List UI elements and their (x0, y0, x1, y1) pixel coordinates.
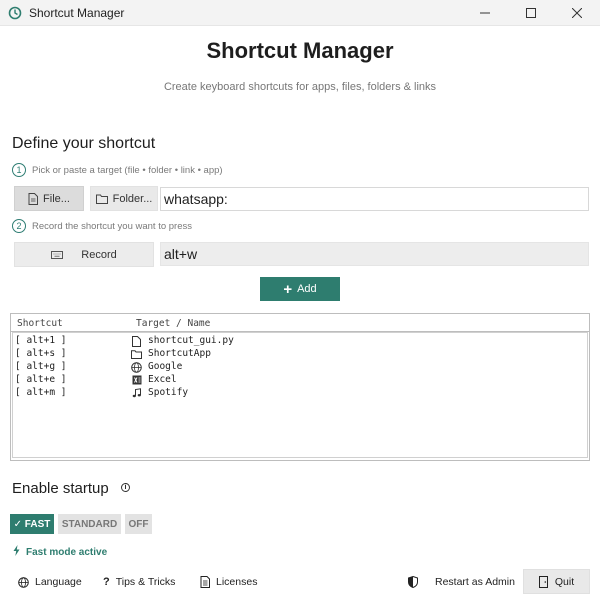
question-icon: ? (103, 576, 110, 588)
restart-admin-label: Restart as Admin (435, 576, 515, 588)
column-header-shortcut: Shortcut (17, 318, 63, 329)
target-name: Excel (148, 374, 177, 385)
list-body: [ alt+1 ] shortcut_gui.py [ alt+s ] Shor… (12, 332, 588, 458)
excel-icon (131, 374, 142, 386)
keyboard-icon (51, 250, 64, 259)
restart-admin-button[interactable]: Restart as Admin (435, 574, 515, 590)
step-1-number: 1 (12, 163, 26, 177)
file-button-label: File... (43, 192, 70, 205)
quit-label: Quit (554, 575, 575, 588)
close-icon (572, 8, 582, 18)
step-2-number: 2 (12, 219, 26, 233)
file-icon (28, 192, 39, 205)
startup-status: Fast mode active (13, 545, 107, 559)
target-input[interactable]: whatsapp: (160, 187, 589, 211)
record-button-label: Record (81, 248, 117, 261)
language-label: Language (35, 576, 82, 588)
target-name: ShortcutApp (148, 348, 211, 359)
licenses-label: Licenses (216, 576, 258, 588)
target-name: Spotify (148, 387, 189, 398)
add-button[interactable]: + Add (260, 277, 340, 301)
step-1-text: Pick or paste a target (file • folder • … (32, 164, 223, 176)
page-subtitle: Create keyboard shortcuts for apps, file… (163, 81, 437, 93)
folder-button-label: Folder... (112, 192, 153, 205)
info-icon[interactable]: i (121, 483, 130, 492)
list-item[interactable]: [ alt+s ] ShortcutApp (13, 348, 587, 361)
minimize-button[interactable] (462, 0, 508, 26)
shortcut-key: [ alt+e ] (15, 374, 67, 385)
shortcut-key: [ alt+g ] (15, 361, 67, 372)
list-item[interactable]: [ alt+m ] Spotify (13, 387, 587, 400)
window-title: Shortcut Manager (29, 5, 125, 20)
add-button-label: Add (297, 283, 317, 295)
lightning-icon (13, 545, 20, 559)
startup-section-title: Enable startup (12, 480, 109, 497)
record-button[interactable]: Record (14, 242, 154, 267)
startup-status-text: Fast mode active (26, 546, 108, 558)
close-button[interactable] (554, 0, 600, 26)
tips-button[interactable]: ? Tips & Tricks (103, 574, 175, 590)
mode-off-button[interactable]: OFF (125, 514, 152, 534)
python-file-icon (131, 335, 142, 347)
shortcut-key: [ alt+1 ] (15, 335, 67, 346)
page-title: Shortcut Manager (206, 38, 394, 63)
globe-icon (131, 361, 142, 373)
column-header-target: Target / Name (136, 318, 211, 329)
step-2: 2 Record the shortcut you want to press (12, 219, 192, 233)
list-header: Shortcut Target / Name (11, 314, 589, 332)
list-item[interactable]: [ alt+1 ] shortcut_gui.py (13, 335, 587, 348)
file-button[interactable]: File... (14, 186, 84, 211)
list-item[interactable]: [ alt+g ] Google (13, 361, 587, 374)
folder-icon (131, 348, 142, 360)
list-item[interactable]: [ alt+e ] Excel (13, 374, 587, 387)
quit-button[interactable]: Quit (523, 569, 590, 594)
app-icon (7, 5, 23, 21)
mode-fast-button[interactable]: ✓ FAST (10, 514, 54, 534)
shortcut-key: [ alt+m ] (15, 387, 67, 398)
shortcut-input[interactable]: alt+w (160, 242, 589, 266)
globe-icon (18, 576, 29, 588)
step-1: 1 Pick or paste a target (file • folder … (12, 163, 223, 177)
shortcut-list[interactable]: Shortcut Target / Name [ alt+1 ] shortcu… (10, 313, 590, 461)
minimize-icon (480, 12, 490, 14)
quit-icon (538, 575, 548, 588)
plus-icon: + (283, 280, 293, 298)
title-bar: Shortcut Manager (0, 0, 600, 26)
music-note-icon (131, 387, 142, 399)
startup-mode-selector: ✓ FAST STANDARD OFF (10, 514, 156, 534)
shield-icon (408, 574, 418, 590)
licenses-button[interactable]: Licenses (200, 574, 257, 590)
folder-button[interactable]: Folder... (90, 186, 158, 211)
maximize-icon (526, 8, 536, 18)
document-icon (200, 576, 210, 588)
tips-label: Tips & Tricks (115, 576, 176, 588)
target-name: Google (148, 361, 183, 372)
shortcut-key: [ alt+s ] (15, 348, 67, 359)
folder-icon (95, 194, 108, 204)
define-section-title: Define your shortcut (12, 135, 156, 152)
target-name: shortcut_gui.py (148, 335, 234, 346)
step-2-text: Record the shortcut you want to press (32, 220, 192, 232)
maximize-button[interactable] (508, 0, 554, 26)
mode-standard-button[interactable]: STANDARD (58, 514, 121, 534)
language-button[interactable]: Language (18, 574, 82, 590)
